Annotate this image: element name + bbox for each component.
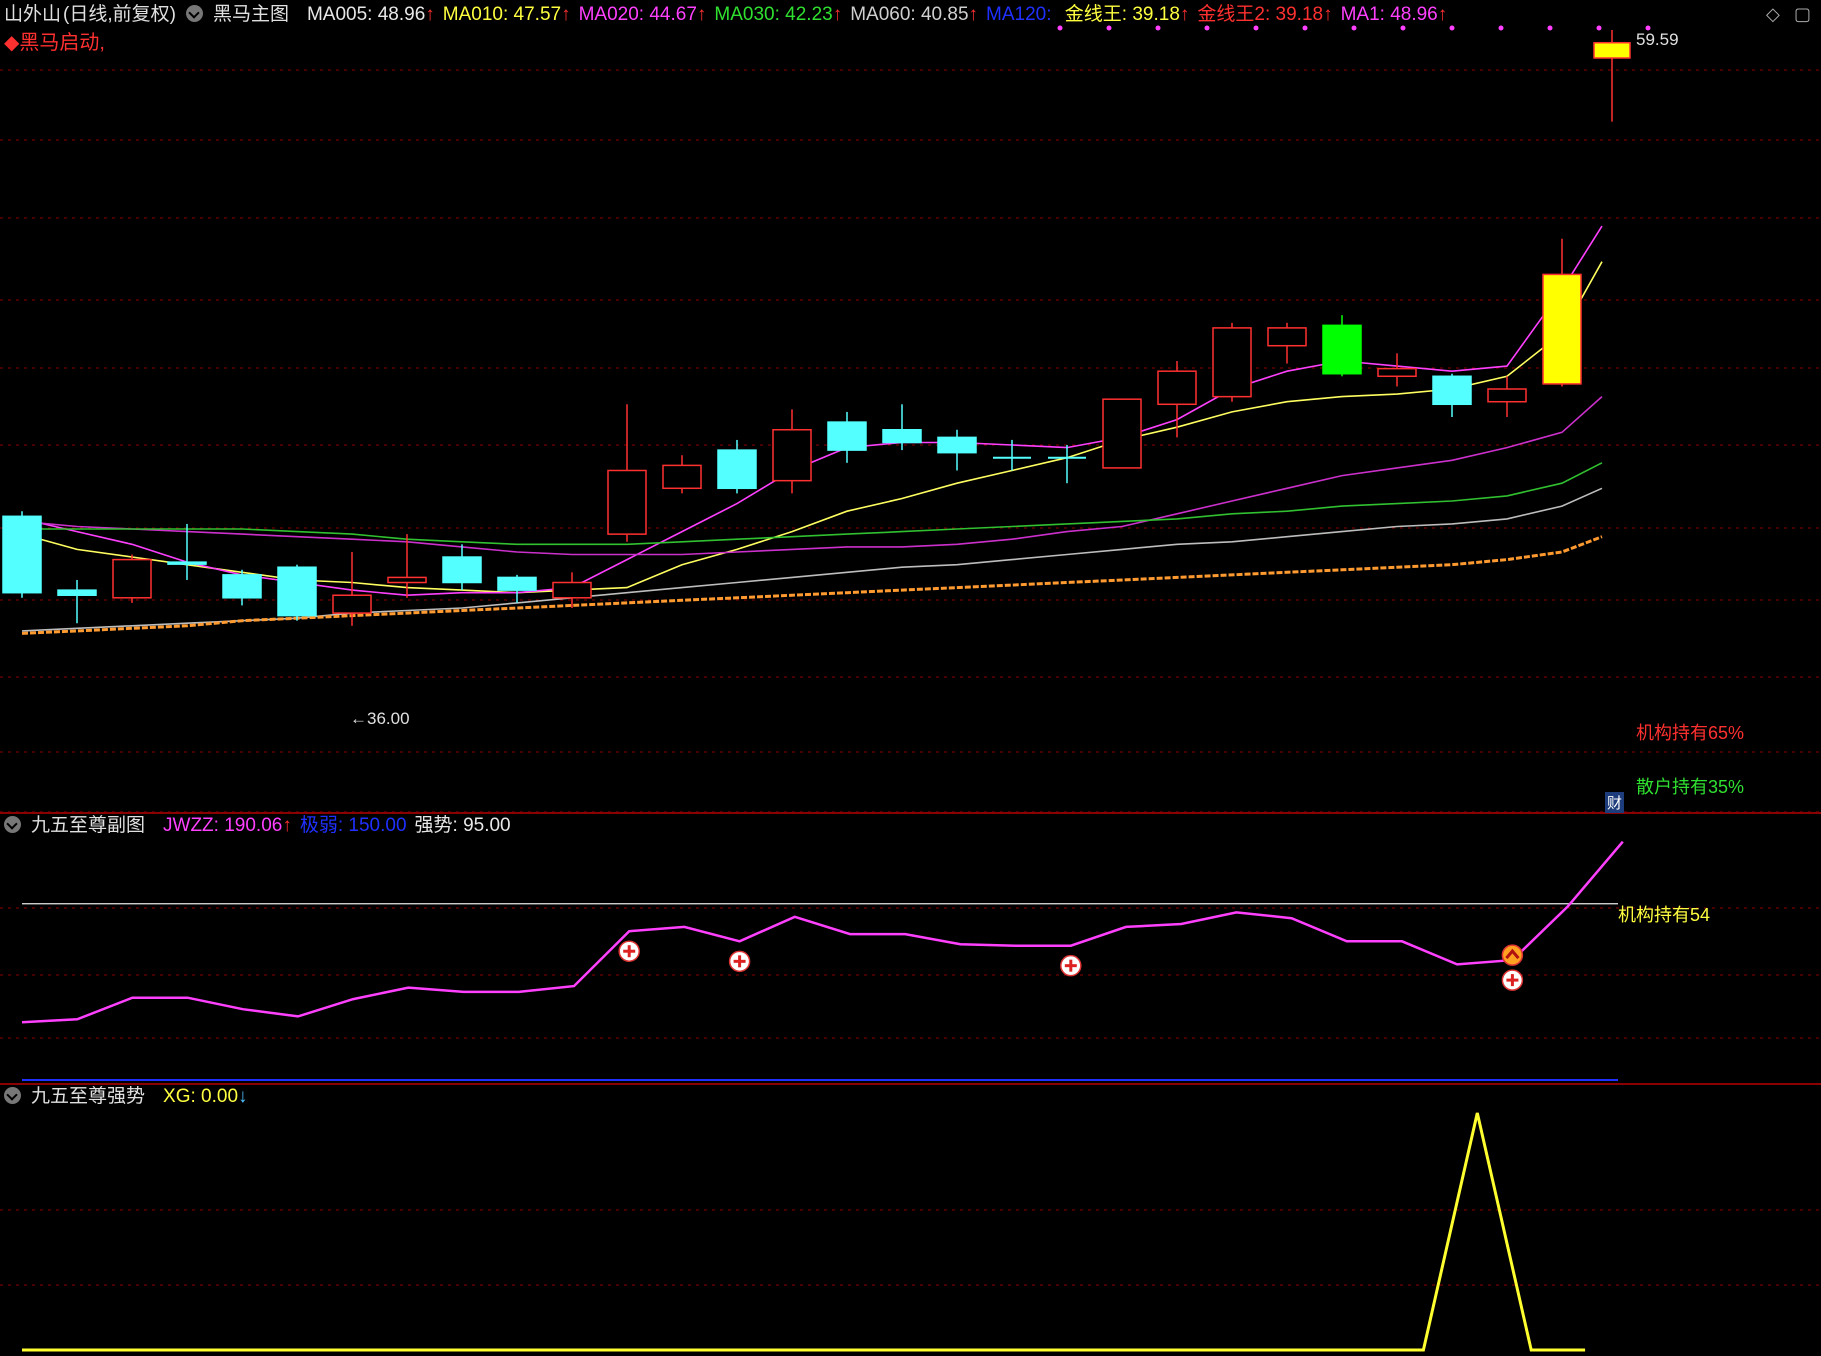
line-ma10	[21, 261, 1603, 594]
ma-arrow-icon-0: ↑	[425, 4, 435, 25]
candle-body-22	[1212, 327, 1252, 398]
xg-values: XG: 0.00↓	[155, 1086, 248, 1107]
candle-body-3	[167, 561, 207, 565]
candle-body-15	[827, 421, 867, 451]
ma-item-0[interactable]: MA005: 48.96	[307, 4, 425, 25]
sub-values: JWZZ: 190.06↑ 极弱: 150.00 强势: 95.00	[155, 815, 511, 836]
ma-item-1[interactable]: MA010: 47.57	[443, 4, 561, 25]
candle-body-5	[277, 566, 317, 617]
institution-line-label: 机构持有54	[1618, 905, 1711, 925]
sub-arrow-icon-0: ↑	[282, 815, 292, 836]
high-price-label: 59.59	[1636, 30, 1679, 49]
up-marker	[1501, 944, 1524, 966]
chart-canvas[interactable]	[0, 0, 1821, 1356]
line-ma30	[22, 462, 1603, 546]
candle-body-16	[882, 428, 922, 444]
ma-item-6[interactable]: 金线王: 39.18	[1065, 4, 1180, 25]
ma-arrow-icon-2: ↑	[696, 4, 707, 25]
sub-item-1[interactable]: 极弱: 150.00	[300, 815, 407, 836]
candle-body-9	[497, 576, 537, 591]
ma-arrow-icon-8: ↑	[1437, 4, 1448, 25]
jwzz-line	[21, 840, 1624, 1024]
candle-body-8	[442, 556, 482, 584]
sub-toggle-icon[interactable]	[4, 816, 21, 833]
xg-toggle-icon[interactable]	[4, 1087, 21, 1104]
dot-marker-8	[1449, 25, 1455, 31]
ma-item-4[interactable]: MA060: 40.85	[850, 4, 968, 25]
low-arrow-icon: ←	[350, 709, 367, 728]
candle-body-27	[1487, 388, 1527, 403]
sub-item-0[interactable]: JWZZ: 190.06	[163, 815, 282, 836]
period-label[interactable]: (日线,前复权)	[63, 4, 176, 25]
panel-divider-sub	[0, 1083, 1821, 1085]
ma-item-8[interactable]: MA1: 48.96	[1341, 4, 1438, 25]
candle-body-17	[937, 436, 977, 454]
ma-item-3[interactable]: MA030: 42.23	[714, 4, 832, 25]
xg-header: 九五至尊强势 XG: 0.00↓	[4, 1085, 248, 1109]
candle-body-25	[1377, 367, 1417, 378]
sub-header: 九五至尊副图 JWZZ: 190.06↑ 极弱: 150.00 强势: 95.00	[4, 814, 511, 838]
dot-marker-10	[1547, 25, 1553, 31]
candle-body-13	[717, 449, 757, 490]
candle-body-6	[332, 594, 372, 614]
candle-body-26	[1432, 375, 1472, 406]
candle-body-28	[1542, 273, 1582, 385]
candle-body-4	[222, 574, 262, 599]
spike-body	[1593, 41, 1631, 59]
retail-holding: 散户持有35%	[1636, 777, 1745, 797]
dot-marker-11	[1596, 25, 1602, 31]
candle-body-21	[1157, 370, 1197, 406]
ma-arrow-icon-7: ↑	[1323, 4, 1333, 25]
xg-line	[22, 1112, 1586, 1352]
low-price-label: ←36.00	[350, 709, 410, 729]
ma-item-2[interactable]: MA020: 44.67	[579, 4, 697, 25]
ma-arrow-icon-1: ↑	[561, 4, 571, 25]
candle-body-20	[1102, 398, 1142, 469]
candle-body-11	[607, 469, 647, 535]
line-ma20	[21, 396, 1603, 556]
xg-item-0[interactable]: XG: 0.00	[163, 1086, 238, 1107]
candle-body-2	[112, 558, 152, 599]
candle-body-12	[662, 464, 702, 490]
ma-item-5[interactable]: MA120:	[986, 4, 1057, 25]
main-header: 山外山 (日线,前复权) 黑马主图 MA005: 48.96↑ MA010: 47.57…	[4, 3, 1447, 27]
ma-arrow-icon-3: ↑	[832, 4, 843, 25]
low-price-value: 36.00	[367, 709, 410, 728]
xg-indicator-name[interactable]: 九五至尊强势	[31, 1086, 145, 1107]
sub-item-2[interactable]: 强势: 95.00	[415, 815, 511, 836]
line-ma5	[21, 225, 1603, 597]
ma-item-7[interactable]: 金线王2: 39.18	[1197, 4, 1323, 25]
candle-body-24	[1322, 324, 1362, 375]
candle-body-1	[57, 589, 97, 596]
dot-marker-9	[1498, 25, 1504, 31]
grid-lines	[0, 69, 1821, 1286]
candle-body-0	[2, 515, 42, 594]
sub-indicator-name[interactable]: 九五至尊副图	[31, 815, 145, 836]
institution-holding: 机构持有65%	[1636, 723, 1745, 743]
settings-diamond-icon[interactable]: ◇	[1766, 4, 1780, 25]
moving-average-lines	[21, 225, 1603, 635]
sub-chart	[21, 840, 1624, 1081]
indicator-name[interactable]: 黑马主图	[213, 4, 289, 25]
xg-arrow-icon-0: ↓	[238, 1086, 248, 1107]
candle-body-14	[772, 428, 812, 482]
candlesticks	[2, 30, 1631, 626]
candle-body-10	[552, 581, 592, 599]
close-square-icon[interactable]: ▢	[1794, 4, 1811, 25]
finance-badge[interactable]: 财	[1605, 792, 1625, 813]
indicator-toggle-icon[interactable]	[185, 5, 203, 22]
ma-arrow-icon-4: ↑	[968, 4, 979, 25]
candle-body-7	[387, 576, 427, 584]
xg-chart	[22, 1112, 1586, 1352]
line-ma60	[21, 487, 1603, 632]
ma-arrow-icon-6: ↑	[1179, 4, 1190, 25]
ma-values: MA005: 48.96↑ MA010: 47.57↑ MA020: 44.67↑ M…	[299, 4, 1447, 25]
stock-name[interactable]: 山外山	[4, 4, 61, 25]
signal-text: ◆黑马启动,	[4, 32, 105, 54]
candle-body-23	[1267, 327, 1307, 347]
